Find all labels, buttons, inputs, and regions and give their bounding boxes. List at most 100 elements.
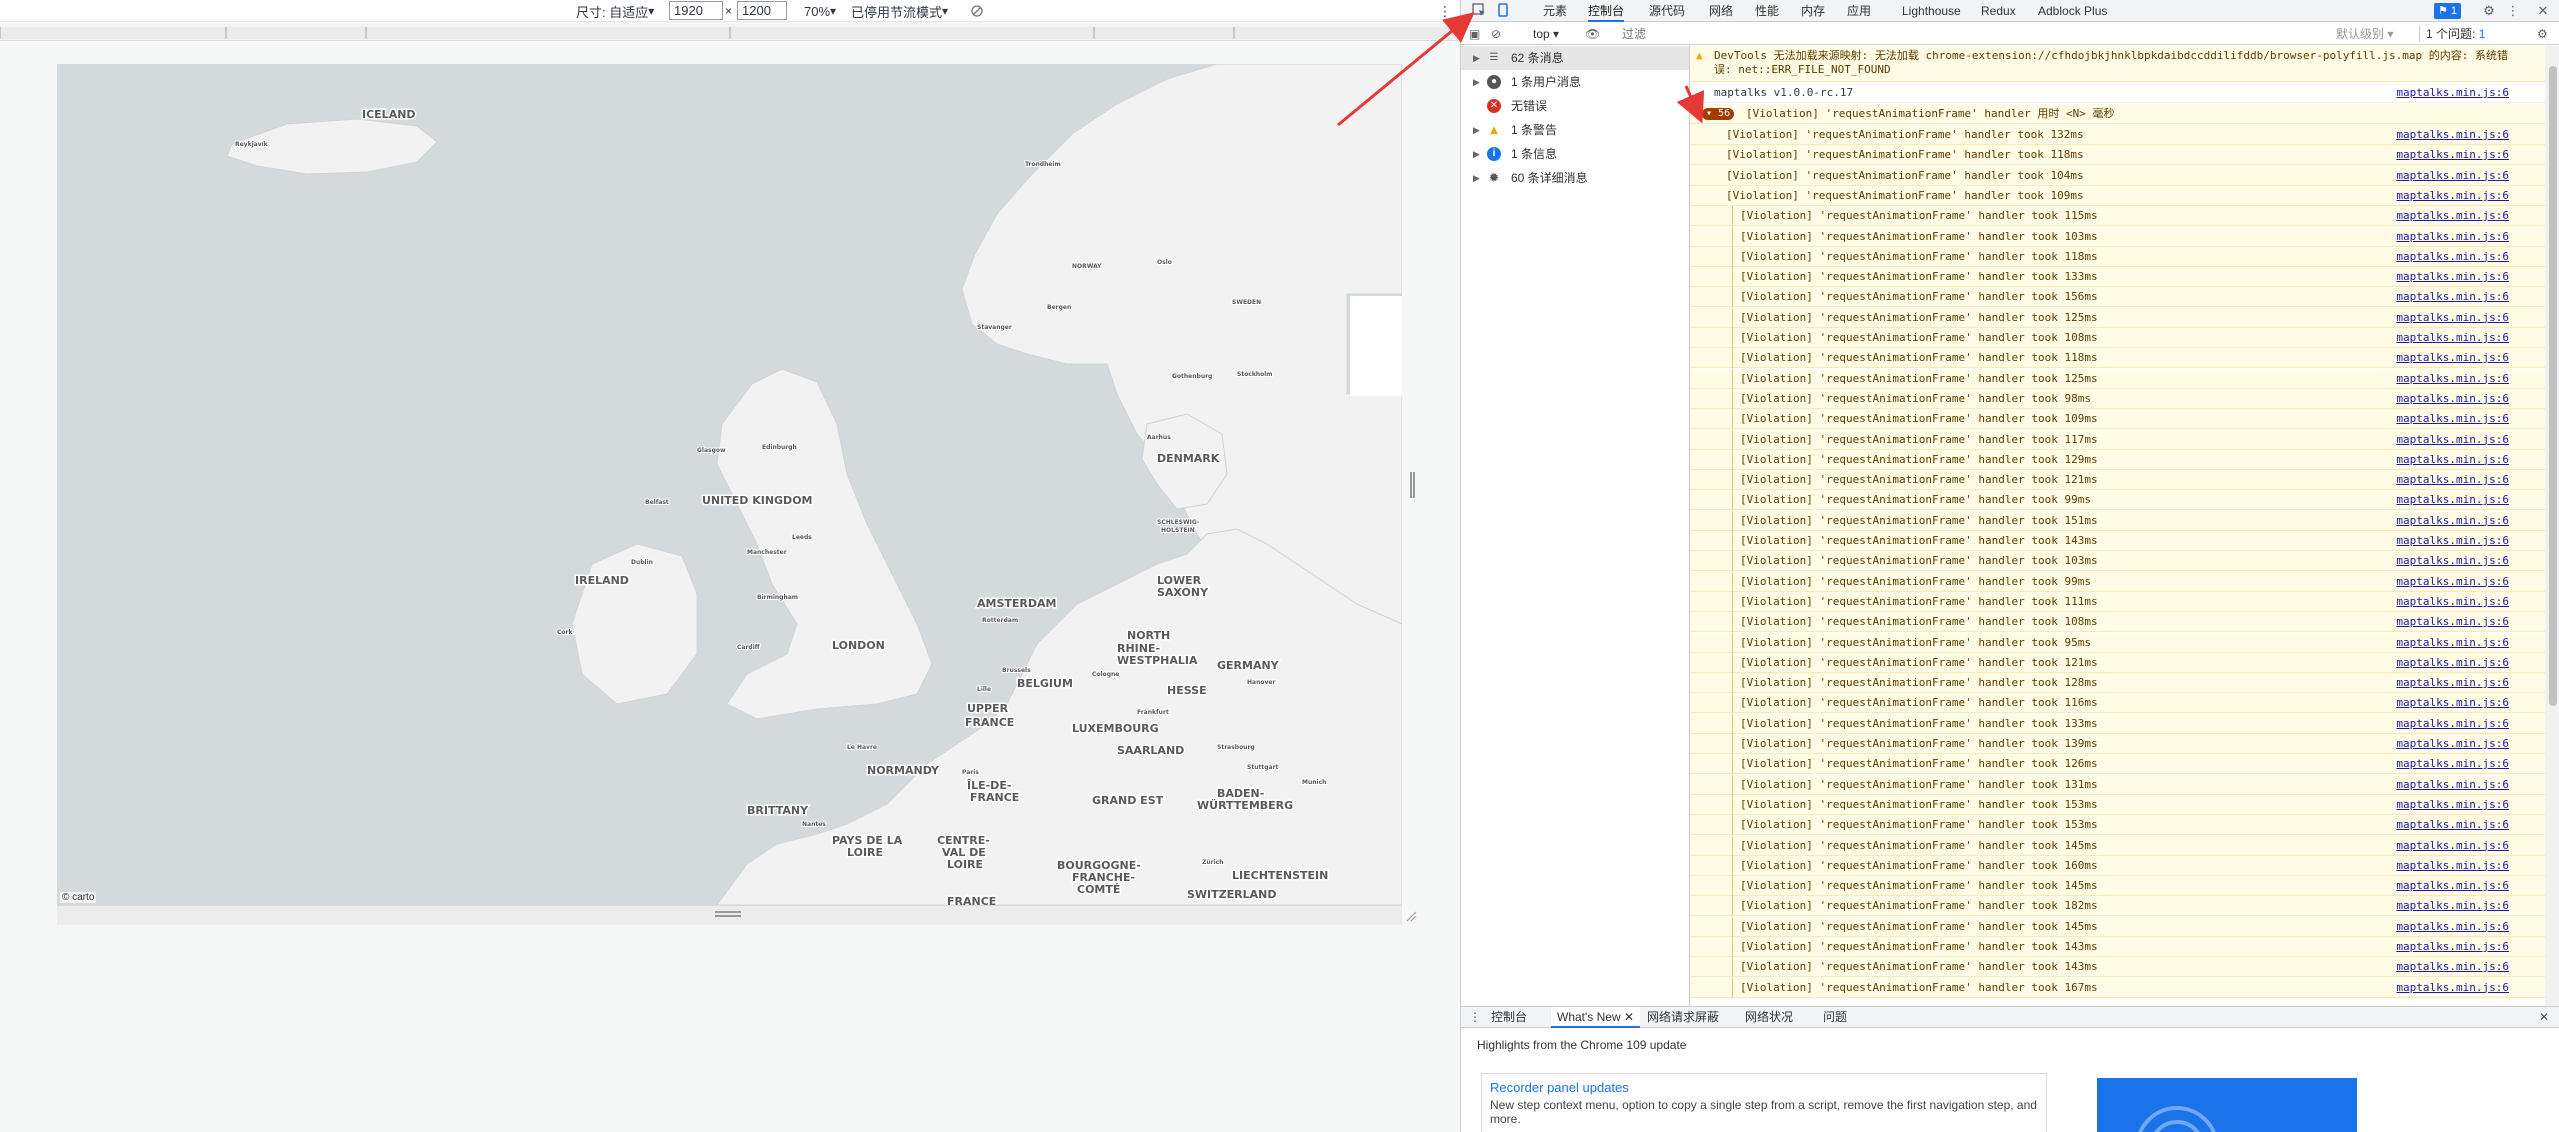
- drawer-tab-whats-new[interactable]: What's New ✕: [1551, 1007, 1641, 1028]
- source-link[interactable]: maptalks.min.js:6: [2396, 653, 2509, 673]
- violation-message[interactable]: [Violation] 'requestAnimationFrame' hand…: [1690, 815, 2545, 836]
- source-link[interactable]: maptalks.min.js:6: [2396, 470, 2509, 490]
- source-link[interactable]: maptalks.min.js:6: [2396, 490, 2509, 510]
- violation-message[interactable]: [Violation] 'requestAnimationFrame' hand…: [1690, 409, 2545, 430]
- source-link[interactable]: maptalks.min.js:6: [2396, 409, 2509, 429]
- violation-group-header[interactable]: ▾ 56 [Violation] 'requestAnimationFrame'…: [1690, 104, 2545, 124]
- source-link[interactable]: maptalks.min.js:6: [2396, 227, 2509, 247]
- violation-message[interactable]: [Violation] 'requestAnimationFrame' hand…: [1690, 835, 2545, 856]
- source-link[interactable]: maptalks.min.js:6: [2396, 267, 2509, 287]
- whats-new-card[interactable]: Recorder panel updates New step context …: [1481, 1073, 2047, 1132]
- violation-message[interactable]: [Violation] 'requestAnimationFrame' hand…: [1690, 977, 2545, 998]
- tab-lighthouse[interactable]: Lighthouse: [1902, 0, 1961, 22]
- width-input[interactable]: 1920: [669, 1, 723, 20]
- violation-message[interactable]: [Violation] 'requestAnimationFrame' hand…: [1690, 896, 2545, 917]
- violation-message[interactable]: [Violation] 'requestAnimationFrame' hand…: [1690, 287, 2545, 308]
- violation-message[interactable]: [Violation] 'requestAnimationFrame' hand…: [1690, 470, 2545, 491]
- violation-message[interactable]: [Violation] 'requestAnimationFrame' hand…: [1690, 734, 2545, 754]
- sidebar-item-messages[interactable]: ▶ ☰ 62 条消息: [1461, 46, 1689, 70]
- clear-console-icon[interactable]: ⊘: [1491, 26, 1501, 42]
- source-link[interactable]: maptalks.min.js:6: [2396, 572, 2509, 592]
- expand-arrow-icon[interactable]: ▶: [1473, 166, 1480, 190]
- tab-application[interactable]: 应用: [1847, 0, 1871, 22]
- inspect-element-icon[interactable]: [1471, 3, 1487, 19]
- violation-message[interactable]: [Violation] 'requestAnimationFrame' hand…: [1690, 571, 2545, 592]
- violation-message[interactable]: [Violation] 'requestAnimationFrame' hand…: [1690, 510, 2545, 531]
- violation-message[interactable]: [Violation] 'requestAnimationFrame' hand…: [1690, 368, 2545, 389]
- corner-resize-handle[interactable]: [1405, 910, 1417, 922]
- sidebar-item-warnings[interactable]: ▶ ▲ 1 条警告: [1461, 118, 1689, 142]
- source-link[interactable]: maptalks.min.js:6: [2396, 430, 2509, 450]
- source-link[interactable]: maptalks.min.js:6: [2396, 775, 2509, 795]
- settings-icon[interactable]: ⚙: [2481, 3, 2497, 19]
- source-link[interactable]: maptalks.min.js:6: [2396, 551, 2509, 571]
- source-link[interactable]: maptalks.min.js:6: [2396, 328, 2509, 348]
- violation-message[interactable]: [Violation] 'requestAnimationFrame' hand…: [1690, 185, 2545, 206]
- violation-message[interactable]: [Violation] 'requestAnimationFrame' hand…: [1690, 388, 2545, 409]
- throttle-dropdown[interactable]: 已停用节流模式: [851, 2, 948, 20]
- height-input[interactable]: 1200: [737, 1, 787, 20]
- source-link[interactable]: maptalks.min.js:6: [2396, 450, 2509, 470]
- violation-message[interactable]: [Violation] 'requestAnimationFrame' hand…: [1690, 632, 2545, 653]
- ruler-segment[interactable]: [1234, 27, 1460, 39]
- source-link[interactable]: maptalks.min.js:6: [2396, 734, 2509, 754]
- source-link[interactable]: maptalks.min.js:6: [2396, 308, 2509, 328]
- drawer-tab-console[interactable]: 控制台: [1485, 1007, 1533, 1028]
- issues-button[interactable]: 1 个问题: 1: [2419, 26, 2485, 42]
- source-link[interactable]: maptalks.min.js:6: [2396, 714, 2509, 734]
- source-link[interactable]: maptalks.min.js:6: [2396, 876, 2509, 896]
- sidebar-item-info[interactable]: ▶ i 1 条信息: [1461, 142, 1689, 166]
- source-link[interactable]: maptalks.min.js:6: [2396, 836, 2509, 856]
- violation-message[interactable]: [Violation] 'requestAnimationFrame' hand…: [1690, 165, 2545, 186]
- ruler-segment[interactable]: [730, 27, 1094, 39]
- tab-elements[interactable]: 元素: [1543, 0, 1567, 22]
- tab-sources[interactable]: 源代码: [1649, 0, 1685, 22]
- log-levels-dropdown[interactable]: 默认级别: [2336, 26, 2393, 42]
- console-settings-icon[interactable]: ⚙: [2537, 26, 2548, 42]
- tab-console[interactable]: 控制台: [1588, 0, 1625, 22]
- map[interactable]: ICELAND Reykjavík Trondheim NORWAY Berge…: [57, 64, 1402, 905]
- close-icon[interactable]: ✕: [2535, 3, 2551, 19]
- expand-arrow-icon[interactable]: ▶: [1473, 142, 1480, 166]
- warning-message[interactable]: ▲ DevTools 无法加载来源映射: 无法加载 chrome-extensi…: [1690, 46, 2545, 82]
- source-link[interactable]: maptalks.min.js:6: [2396, 856, 2509, 876]
- source-link[interactable]: maptalks.min.js:6: [2396, 389, 2509, 409]
- source-link[interactable]: maptalks.min.js:6: [2396, 937, 2509, 957]
- sidebar-item-user-messages[interactable]: ▶ ● 1 条用户消息: [1461, 70, 1689, 94]
- violation-message[interactable]: [Violation] 'requestAnimationFrame' hand…: [1690, 490, 2545, 511]
- drawer-tab-network-conditions[interactable]: 网络状况: [1739, 1007, 1799, 1028]
- card-title[interactable]: Recorder panel updates: [1490, 1080, 1629, 1095]
- violation-message[interactable]: [Violation] 'requestAnimationFrame' hand…: [1690, 591, 2545, 612]
- source-link[interactable]: maptalks.min.js:6: [2396, 369, 2509, 389]
- dimensions-dropdown[interactable]: 尺寸: 自适应: [576, 2, 654, 20]
- violation-message[interactable]: [Violation] 'requestAnimationFrame' hand…: [1690, 612, 2545, 633]
- violation-message[interactable]: [Violation] 'requestAnimationFrame' hand…: [1690, 794, 2545, 815]
- console-messages[interactable]: ▲ DevTools 无法加载来源映射: 无法加载 chrome-extensi…: [1690, 46, 2545, 1006]
- violation-message[interactable]: [Violation] 'requestAnimationFrame' hand…: [1690, 673, 2545, 694]
- violation-message[interactable]: [Violation] 'requestAnimationFrame' hand…: [1690, 855, 2545, 876]
- drawer-menu-icon[interactable]: ⋮: [1469, 1007, 1481, 1028]
- violation-message[interactable]: [Violation] 'requestAnimationFrame' hand…: [1690, 916, 2545, 937]
- rotate-icon[interactable]: [970, 2, 984, 20]
- emulated-viewport[interactable]: ICELAND Reykjavík Trondheim NORWAY Berge…: [57, 64, 1402, 905]
- close-tab-icon[interactable]: ✕: [1624, 1010, 1634, 1024]
- violation-message[interactable]: [Violation] 'requestAnimationFrame' hand…: [1690, 429, 2545, 450]
- source-link[interactable]: maptalks.min.js:6: [2396, 206, 2509, 226]
- violation-message[interactable]: [Violation] 'requestAnimationFrame' hand…: [1690, 957, 2545, 978]
- violation-message[interactable]: [Violation] 'requestAnimationFrame' hand…: [1690, 693, 2545, 714]
- tab-adblock-plus[interactable]: Adblock Plus: [2038, 0, 2107, 22]
- violation-message[interactable]: [Violation] 'requestAnimationFrame' hand…: [1690, 774, 2545, 795]
- side-resize-handle[interactable]: [1410, 472, 1415, 498]
- source-link[interactable]: maptalks.min.js:6: [2396, 247, 2509, 267]
- violation-message[interactable]: [Violation] 'requestAnimationFrame' hand…: [1690, 125, 2545, 145]
- violation-message[interactable]: [Violation] 'requestAnimationFrame' hand…: [1690, 348, 2545, 369]
- expand-arrow-icon[interactable]: ▶: [1473, 70, 1480, 94]
- zoom-dropdown[interactable]: 70%: [804, 2, 836, 20]
- violation-message[interactable]: [Violation] 'requestAnimationFrame' hand…: [1690, 226, 2545, 247]
- source-link[interactable]: maptalks.min.js:6: [2396, 754, 2509, 774]
- context-selector[interactable]: top: [1533, 26, 1559, 42]
- violation-message[interactable]: [Violation] 'requestAnimationFrame' hand…: [1690, 551, 2545, 572]
- source-link[interactable]: maptalks.min.js:6: [2396, 673, 2509, 693]
- source-link[interactable]: maptalks.min.js:6: [2396, 795, 2509, 815]
- media-query-ruler[interactable]: [0, 24, 1460, 41]
